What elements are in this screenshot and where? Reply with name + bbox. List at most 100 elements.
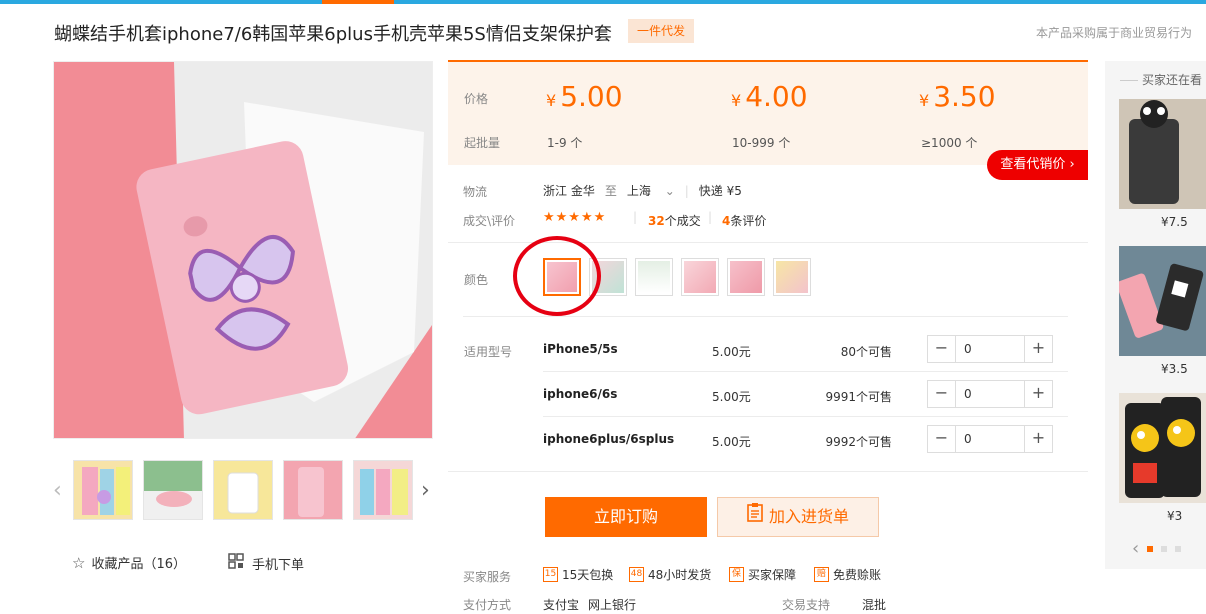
divider <box>543 416 1068 417</box>
thumbnail[interactable] <box>143 460 203 520</box>
plus-icon[interactable]: + <box>1025 381 1052 407</box>
color-swatch[interactable] <box>773 258 811 296</box>
service-item[interactable]: 15 15天包换 <box>543 566 613 583</box>
review-count[interactable]: 4条评价 <box>722 212 766 229</box>
order-now-button[interactable]: 立即订购 <box>545 497 707 537</box>
chevron-left-icon[interactable]: ‹ <box>1132 538 1139 559</box>
payment-label: 支付方式 <box>463 598 512 612</box>
mobile-order-label: 手机下单 <box>252 557 305 573</box>
price-tier-2: ¥4.00 <box>731 80 808 113</box>
price-tier-3: ¥3.50 <box>919 80 996 113</box>
service-item[interactable]: 48 48小时发货 <box>629 566 711 583</box>
pager-dot[interactable] <box>1175 545 1182 552</box>
price-box: 价格 起批量 ¥5.00 ¥4.00 ¥3.50 1-9 个 10-999 个 … <box>448 60 1088 165</box>
top-bar-accent <box>322 0 394 4</box>
main-product-image <box>53 61 433 439</box>
quantity-input[interactable]: 0 <box>955 336 1025 362</box>
color-swatch-selected[interactable] <box>543 258 581 296</box>
pager-dot-active[interactable] <box>1147 545 1154 552</box>
thumbnail-strip: ‹ › <box>53 460 438 520</box>
related-product-price: ¥7.5 <box>1161 215 1188 229</box>
divider <box>543 371 1068 372</box>
model-stock: 9992个可售 <box>825 435 892 449</box>
sidebar-pager: ‹ <box>1132 538 1182 559</box>
minus-icon[interactable]: − <box>928 336 955 362</box>
top-bar <box>0 0 1206 4</box>
related-product-price: ¥3.5 <box>1161 362 1188 376</box>
color-swatch[interactable] <box>635 258 673 296</box>
service-item[interactable]: 保买家保障 <box>729 566 796 583</box>
thumbnail[interactable] <box>353 460 413 520</box>
related-product-image[interactable] <box>1119 393 1206 503</box>
model-stock: 9991个可售 <box>825 390 892 404</box>
related-product-image[interactable] <box>1119 246 1206 356</box>
trade-support-label: 交易支持 <box>782 598 831 612</box>
ship-from: 浙江 金华 <box>543 184 595 198</box>
guarantee-icon: 保 <box>729 567 744 582</box>
exchange-icon: 15 <box>543 567 558 582</box>
price-tier-1: ¥5.00 <box>546 80 623 113</box>
services-label: 买家服务 <box>463 570 512 584</box>
model-name: iphone6plus/6splus <box>543 432 675 446</box>
quantity-stepper: − 0 + <box>927 335 1053 363</box>
minus-icon[interactable]: − <box>928 426 955 452</box>
thumb-prev-icon[interactable]: ‹ <box>53 478 62 503</box>
credit-icon: 赔 <box>814 567 829 582</box>
thumbnail[interactable] <box>213 460 273 520</box>
model-price: 5.00元 <box>712 390 751 404</box>
add-to-purchase-list-button[interactable]: 加入进货单 <box>717 497 879 537</box>
shipping-fee: 快递 ¥5 <box>698 184 742 198</box>
favorite-button[interactable]: ☆ 收藏产品（16） <box>72 553 186 573</box>
agent-price-button[interactable]: 查看代销价 › <box>987 150 1088 180</box>
sidebar-title: 买家还在看 <box>1105 71 1206 88</box>
minus-icon[interactable]: − <box>928 381 955 407</box>
related-sidebar: 买家还在看 ¥7.5 ¥3.5 ¥3 <box>1105 61 1206 569</box>
chevron-down-icon: ⌄ <box>664 184 675 198</box>
shipping-48h-icon: 48 <box>629 567 644 582</box>
plus-icon[interactable]: + <box>1025 336 1052 362</box>
model-stock: 80个可售 <box>840 345 892 359</box>
qty-tier-3: ≥1000 个 <box>921 136 978 150</box>
thumbnail[interactable] <box>283 460 343 520</box>
qty-tier-2: 10-999 个 <box>732 136 791 150</box>
star-outline-icon: ☆ <box>72 553 86 572</box>
logistics-info: 浙江 金华 至 上海 ⌄ | 快递 ¥5 <box>543 182 742 199</box>
model-name: iPhone5/5s <box>543 342 618 356</box>
color-swatch[interactable] <box>589 258 627 296</box>
deals-label: 成交\评价 <box>463 214 516 228</box>
thumb-next-icon[interactable]: › <box>421 478 430 503</box>
service-item[interactable]: 赔免费赊账 <box>814 566 881 583</box>
related-product-image[interactable] <box>1119 99 1206 209</box>
divider <box>448 242 1088 243</box>
add-to-list-label: 加入进货单 <box>768 507 849 526</box>
mobile-order-button[interactable]: 手机下单 <box>228 553 304 573</box>
divider <box>448 471 1088 472</box>
payment-method: 支付宝 <box>543 598 580 612</box>
pager-dot[interactable] <box>1161 545 1168 552</box>
legal-note: 本产品采购属于商业贸易行为 <box>1035 26 1192 40</box>
quantity-input[interactable]: 0 <box>955 426 1025 452</box>
qty-tier-1: 1-9 个 <box>547 136 583 150</box>
model-price: 5.00元 <box>712 435 751 449</box>
min-qty-label: 起批量 <box>464 136 501 150</box>
favorite-label: 收藏产品（16） <box>91 557 186 572</box>
trade-support-value: 混批 <box>862 598 887 612</box>
quantity-input[interactable]: 0 <box>955 381 1025 407</box>
related-product-price: ¥3 <box>1167 509 1183 523</box>
color-swatch[interactable] <box>727 258 765 296</box>
model-label: 适用型号 <box>464 345 513 359</box>
color-label: 颜色 <box>464 273 489 287</box>
clipboard-icon <box>747 498 763 536</box>
ship-to-select[interactable]: 上海 ⌄ <box>627 182 675 199</box>
payment-method: 网上银行 <box>588 598 637 612</box>
rating-stars-icon: ★★★★★ <box>543 210 607 225</box>
deal-count[interactable]: 32个成交 <box>648 212 701 229</box>
model-name: iphone6/6s <box>543 387 618 401</box>
color-swatch[interactable] <box>681 258 719 296</box>
quantity-stepper: − 0 + <box>927 425 1053 453</box>
dropship-badge: 一件代发 <box>628 19 694 43</box>
plus-icon[interactable]: + <box>1025 426 1052 452</box>
logistics-label: 物流 <box>463 185 488 199</box>
thumbnail[interactable] <box>73 460 133 520</box>
price-label: 价格 <box>464 92 489 106</box>
